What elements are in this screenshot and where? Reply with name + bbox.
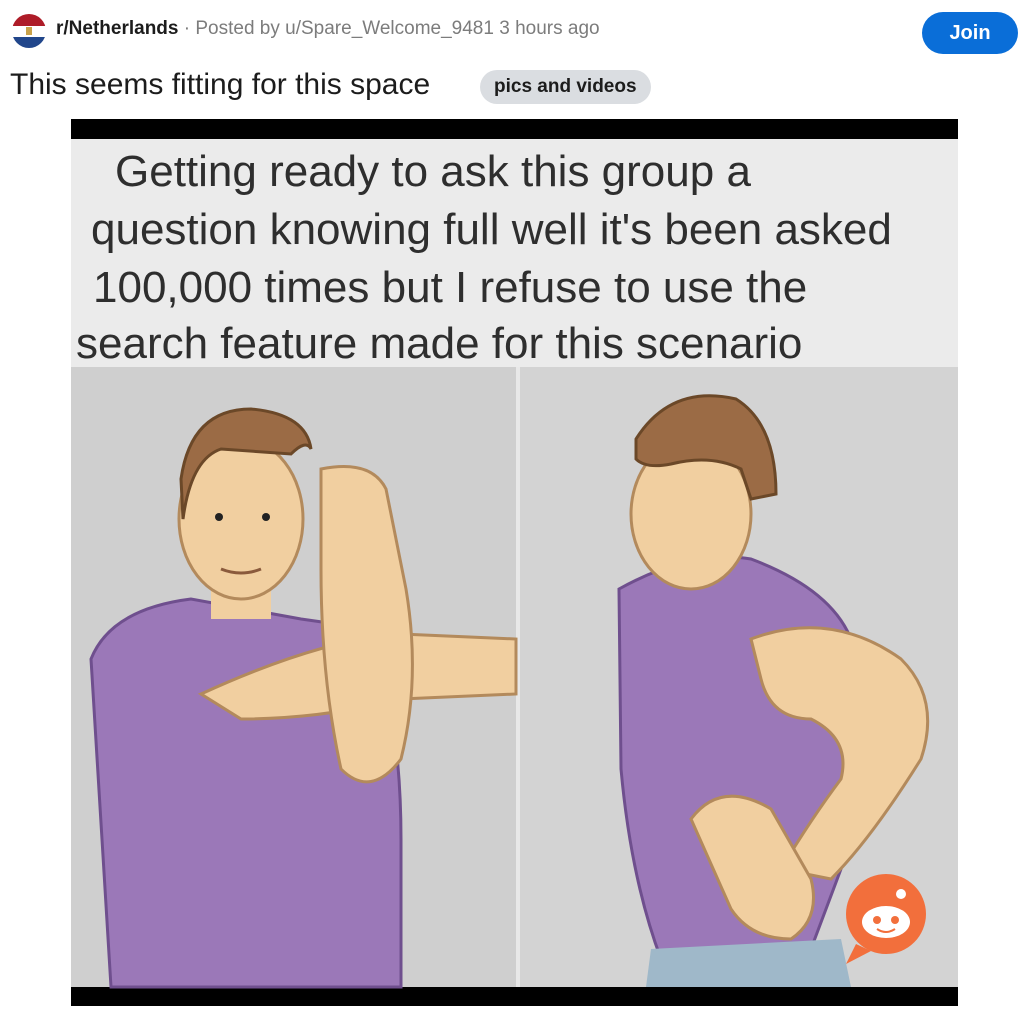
caption-line: Getting ready to ask this group a (115, 147, 751, 196)
netherlands-flag-icon[interactable] (12, 14, 46, 48)
post-meta: r/Netherlands · Posted by u/Spare_Welcom… (56, 18, 600, 40)
subreddit-link[interactable]: r/Netherlands (56, 18, 178, 39)
caption-line: 100,000 times but I refuse to use the (93, 263, 808, 312)
post-title[interactable]: This seems fitting for this space (10, 68, 430, 102)
meta-separator: · (183, 18, 191, 39)
join-button[interactable]: Join (922, 12, 1018, 54)
author-link[interactable]: Posted by u/Spare_Welcome_9481 (195, 18, 494, 39)
caption-line: search feature made for this scenario (76, 319, 803, 368)
meme-caption: Getting ready to ask this group a questi… (71, 139, 958, 368)
post-time: 3 hours ago (499, 18, 600, 39)
flair-badge[interactable]: pics and videos (480, 70, 651, 104)
post-image[interactable]: Getting ready to ask this group a questi… (71, 119, 958, 1006)
caption-line: question knowing full well it's been ask… (91, 205, 892, 254)
post-header: r/Netherlands · Posted by u/Spare_Welcom… (0, 0, 1024, 62)
